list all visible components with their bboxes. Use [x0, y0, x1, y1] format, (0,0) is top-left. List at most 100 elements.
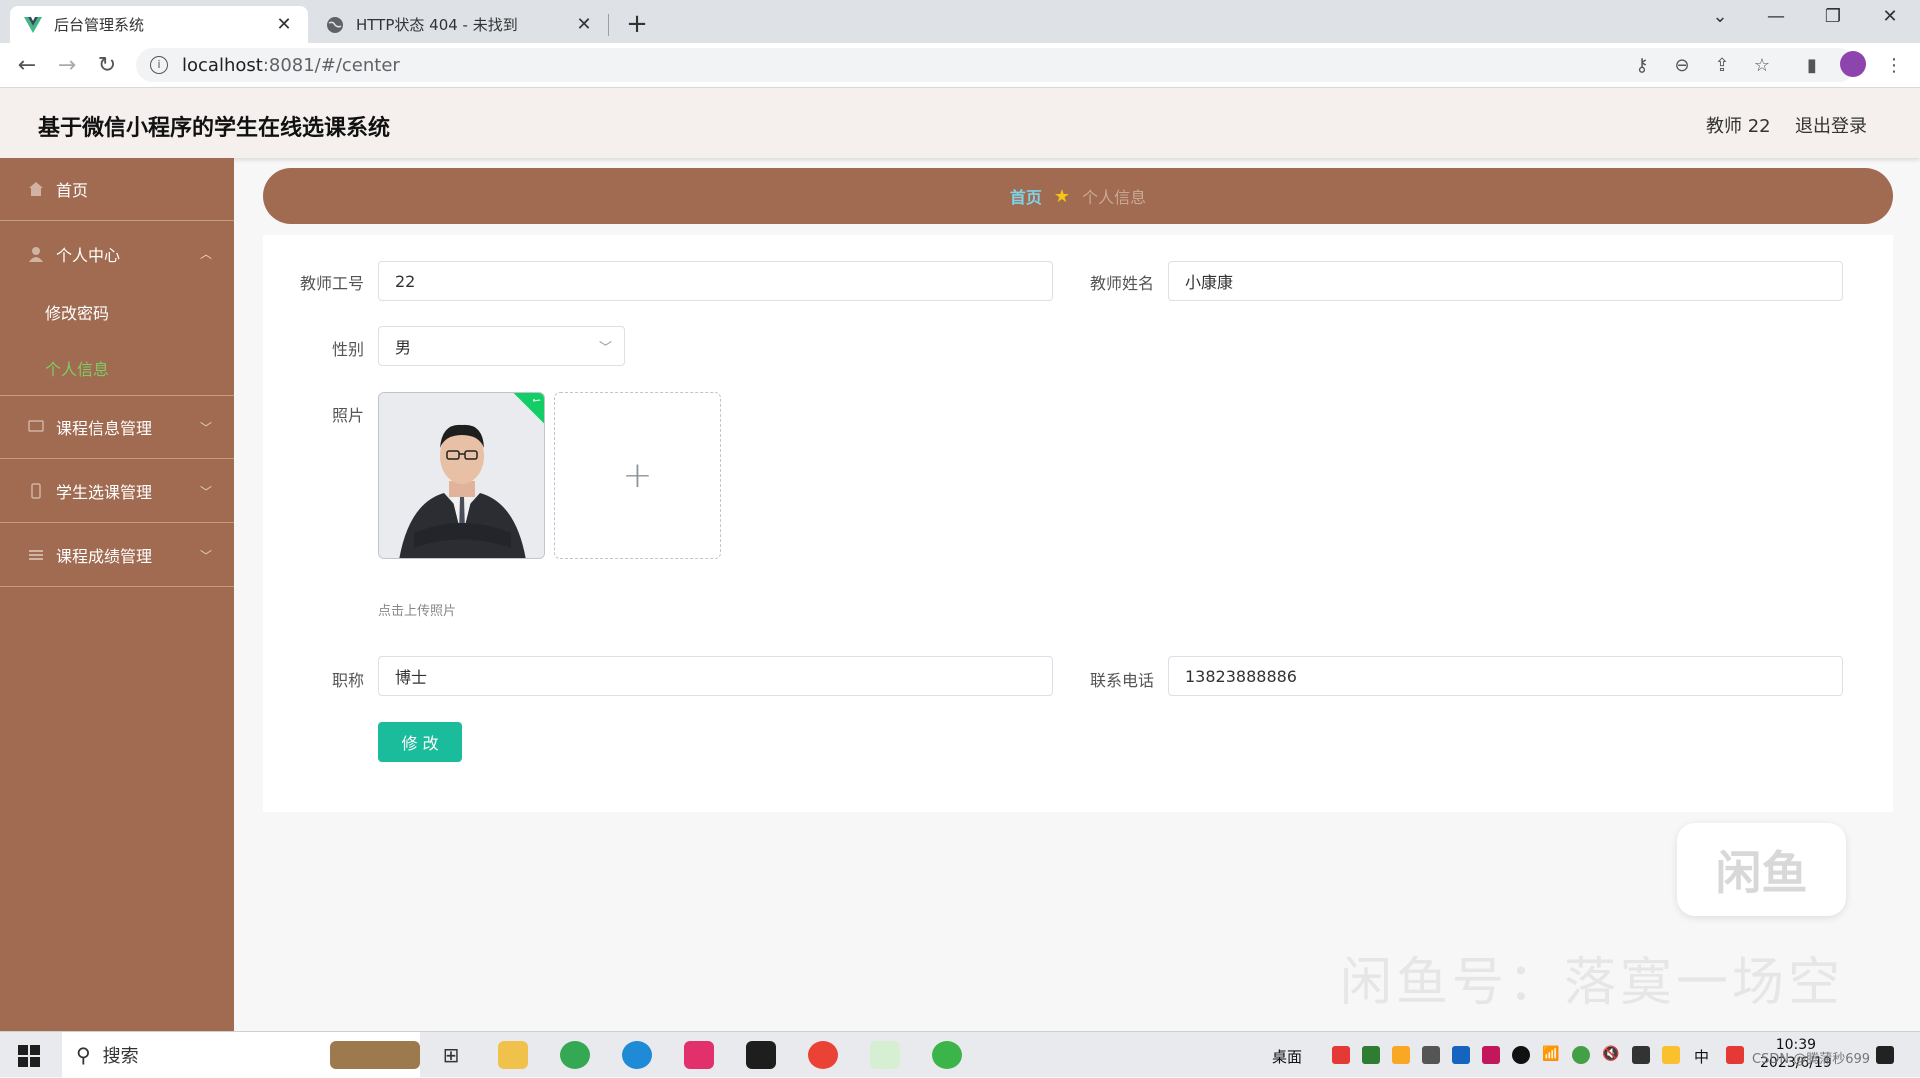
wechat-icon[interactable] — [1572, 1046, 1590, 1064]
close-window-icon[interactable]: ✕ — [1870, 6, 1910, 27]
close-tab-icon[interactable]: ✕ — [274, 14, 294, 35]
notification-icon[interactable] — [1876, 1046, 1894, 1064]
chevron-down-icon: ﹀ — [598, 341, 612, 356]
breadcrumb: 首页 ★ 个人信息 — [263, 168, 1893, 224]
desktop-label[interactable]: 桌面 — [1272, 1046, 1302, 1067]
task-view-icon[interactable]: ⊞ — [436, 1041, 466, 1069]
teacher-name-input[interactable]: 小康康 — [1168, 261, 1843, 301]
chevron-down-icon: ﹀ — [199, 420, 212, 435]
chrome-icon[interactable] — [808, 1041, 838, 1069]
phone-label: 联系电话 — [1089, 671, 1154, 690]
job-title-input[interactable]: 博士 — [378, 656, 1053, 696]
url-bar[interactable]: i localhost:8081/#/center — [136, 48, 1856, 82]
bookmark-star-icon[interactable]: ☆ — [1750, 55, 1774, 77]
chevron-down-icon: ﹀ — [199, 548, 212, 563]
back-icon[interactable]: ← — [12, 51, 42, 81]
minimize-icon[interactable]: — — [1756, 6, 1796, 27]
photo-label: 照片 — [331, 406, 364, 425]
tray-app-icon[interactable] — [1362, 1046, 1380, 1064]
reload-icon[interactable]: ↻ — [92, 51, 122, 81]
wifi-icon[interactable]: 📶 — [1542, 1046, 1560, 1064]
chrome-icon[interactable] — [560, 1041, 590, 1069]
breadcrumb-home[interactable]: 首页 — [1010, 184, 1042, 208]
sidebar-subitem-change-password[interactable]: 修改密码 — [0, 284, 234, 340]
app-title: 基于微信小程序的学生在线选课系统 — [38, 116, 391, 141]
browser-toolbar: ← → ↻ i localhost:8081/#/center ⚷ ⊖ ⇪ ☆ … — [0, 43, 1920, 88]
logout-link[interactable]: 退出登录 — [1795, 112, 1867, 138]
taskbar-search-label: 搜索 — [102, 1046, 139, 1067]
teacher-name-label: 教师姓名 — [1089, 274, 1154, 293]
sidebar-item-personal-center[interactable]: 个人中心 ︿ — [0, 222, 234, 285]
forward-icon[interactable]: → — [52, 51, 82, 81]
youdao-icon[interactable] — [1332, 1046, 1350, 1064]
watermark-logo: 闲鱼 — [1677, 823, 1846, 916]
app-header: 基于微信小程序的学生在线选课系统 教师 22 退出登录 — [0, 88, 1920, 158]
tray-camera-icon[interactable] — [1422, 1046, 1440, 1064]
chat-icon — [28, 419, 44, 435]
sidebar-subitem-label: 个人信息 — [45, 360, 110, 379]
watermark-text: 闲鱼号：落寞一场空 — [1340, 953, 1845, 1013]
tab-separator — [608, 14, 609, 36]
sidebar-item-label: 个人中心 — [56, 245, 121, 265]
submit-button[interactable]: 修 改 — [378, 722, 462, 762]
info-icon[interactable]: i — [150, 56, 168, 74]
qq-icon[interactable] — [1512, 1046, 1530, 1064]
green-app-icon[interactable] — [932, 1041, 962, 1069]
sidebar-subitem-label: 修改密码 — [45, 304, 110, 323]
teacher-id-label: 教师工号 — [299, 274, 364, 293]
zoom-icon[interactable]: ⊖ — [1670, 55, 1694, 77]
tray-s-icon[interactable] — [1726, 1046, 1744, 1064]
share-icon[interactable]: ⇪ — [1710, 55, 1734, 77]
browser-tabbar: 后台管理系统 ✕ HTTP状态 404 - 未找到 ✕ + ⌄ — ❐ ✕ — [0, 0, 1920, 43]
sidebar-item-home[interactable]: 首页 — [0, 158, 234, 221]
sidebar-subitem-personal-info[interactable]: 个人信息 — [0, 340, 234, 396]
battery-icon[interactable] — [1632, 1046, 1650, 1064]
teacher-id-input[interactable]: 22 — [378, 261, 1053, 301]
star-icon: ★ — [1053, 185, 1071, 207]
gender-selected-value: 男 — [395, 338, 412, 357]
chevron-up-icon: ︿ — [199, 247, 212, 261]
maximize-icon[interactable]: ❐ — [1813, 6, 1853, 27]
side-panel-icon[interactable]: ▮ — [1800, 55, 1824, 77]
new-tab-icon[interactable]: + — [622, 9, 652, 39]
sidebar-item-course-info[interactable]: 课程信息管理 ﹀ — [0, 396, 234, 459]
sidebar-item-label: 课程信息管理 — [56, 419, 153, 438]
upload-photo-button[interactable]: + — [554, 392, 721, 559]
volume-muted-icon[interactable]: 🔇 — [1602, 1046, 1620, 1064]
edge-icon[interactable] — [622, 1041, 652, 1069]
teacher-portrait-image — [379, 393, 544, 558]
intellij-tray-icon[interactable] — [1482, 1046, 1500, 1064]
browser-tab-inactive[interactable]: HTTP状态 404 - 未找到 ✕ — [312, 6, 608, 43]
file-explorer-icon[interactable] — [498, 1041, 528, 1069]
job-title-label: 职称 — [331, 671, 364, 690]
more-menu-icon[interactable]: ⋮ — [1882, 55, 1906, 77]
url-host: localhost — [182, 54, 263, 76]
search-highlight-image — [330, 1041, 420, 1069]
upload-tip: 点击上传照片 — [378, 604, 457, 619]
windows-start-icon[interactable] — [18, 1045, 40, 1067]
key-icon[interactable]: ⚷ — [1630, 55, 1654, 77]
tab-search-icon[interactable]: ⌄ — [1700, 6, 1740, 27]
sidebar-item-label: 学生选课管理 — [56, 483, 153, 502]
vue-logo-icon — [24, 16, 42, 34]
intellij-icon[interactable] — [684, 1041, 714, 1069]
tab-title: 后台管理系统 — [54, 16, 145, 34]
phone-input[interactable]: 13823888886 — [1168, 656, 1843, 696]
tray-folder-icon[interactable] — [1392, 1046, 1410, 1064]
ime-indicator[interactable]: 中 — [1694, 1046, 1709, 1067]
terminal-icon[interactable] — [746, 1041, 776, 1069]
profile-avatar[interactable] — [1840, 51, 1866, 77]
tray-app-icon[interactable] — [1662, 1046, 1680, 1064]
uploaded-photo[interactable]: ✓ — [378, 392, 545, 559]
close-tab-icon[interactable]: ✕ — [574, 14, 594, 35]
sidebar-item-student-selection[interactable]: 学生选课管理 ﹀ — [0, 460, 234, 523]
csdn-watermark: CSDN @腾蒲秒699 — [1752, 1052, 1871, 1067]
tab-title: HTTP状态 404 - 未找到 — [356, 16, 518, 34]
wechat-devtools-icon[interactable] — [870, 1041, 900, 1069]
phone-icon — [28, 483, 44, 499]
gender-label: 性别 — [331, 340, 364, 359]
gender-select[interactable]: 男 ﹀ — [378, 326, 625, 366]
shield-icon[interactable] — [1452, 1046, 1470, 1064]
sidebar-item-course-grades[interactable]: 课程成绩管理 ﹀ — [0, 524, 234, 587]
browser-tab-active[interactable]: 后台管理系统 ✕ — [10, 6, 308, 43]
